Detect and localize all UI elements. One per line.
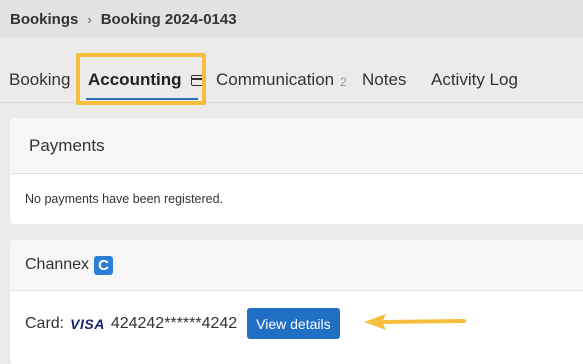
breadcrumb-current: Booking 2024-0143 (100, 10, 237, 28)
view-details-button[interactable]: View details (247, 308, 340, 339)
tab-activity-log-label: Activity Log (431, 70, 518, 89)
channex-panel: Channex C Card: VISA 424242******4242 Vi… (10, 240, 583, 364)
tab-communication-count: 2 (340, 74, 347, 89)
channex-title: Channex (25, 256, 90, 273)
tab-communication-label: Communication (216, 70, 335, 89)
payments-empty-text: No payments have been registered. (25, 192, 224, 206)
accounting-highlight-box (76, 53, 206, 105)
visa-logo-icon: VISA (70, 315, 105, 332)
channex-header: Channex C (10, 240, 583, 291)
payments-title: Payments (29, 135, 105, 155)
channex-card-row: Card: VISA 424242******4242 View details (10, 291, 583, 339)
tab-booking-label: Booking (9, 70, 71, 89)
breadcrumb: Bookings › Booking 2024-0143 (0, 0, 583, 38)
card-label: Card: (25, 314, 65, 332)
card-number: 424242******4242 (110, 314, 238, 332)
breadcrumb-separator-icon: › (87, 11, 92, 27)
payments-body: No payments have been registered. (10, 174, 583, 206)
tab-booking[interactable]: Booking (9, 70, 70, 90)
tab-activity-log[interactable]: Activity Log (431, 70, 518, 90)
annotation-arrow-icon (364, 314, 466, 330)
tab-notes[interactable]: Notes (362, 70, 406, 90)
payments-panel: Payments No payments have been registere… (10, 118, 583, 224)
breadcrumb-bookings-link[interactable]: Bookings (10, 11, 78, 28)
payments-header: Payments (10, 118, 583, 174)
tab-communication[interactable]: Communication 2 (216, 70, 347, 90)
channex-logo-icon: C (94, 255, 114, 275)
tab-notes-label: Notes (362, 70, 407, 89)
